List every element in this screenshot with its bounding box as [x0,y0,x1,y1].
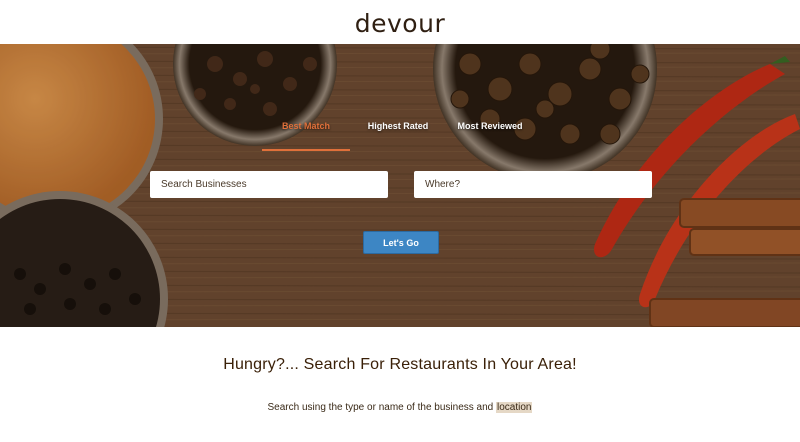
tab-highest-rated[interactable]: Highest Rated [354,121,442,151]
search-instructions: Search using the type or name of the bus… [0,402,800,413]
site-header: devour [0,0,800,44]
page-tagline: Hungry?... Search For Restaurants In You… [223,356,577,373]
instructions-text: Search using the type or name of the bus… [267,402,496,413]
tab-best-match[interactable]: Best Match [262,121,350,151]
hero-banner: Best Match Highest Rated Most Reviewed L… [0,44,800,327]
brand-logo[interactable]: devour [355,9,445,38]
search-businesses-input[interactable] [150,171,388,198]
location-input[interactable] [414,171,652,198]
tab-most-reviewed[interactable]: Most Reviewed [446,121,534,151]
lets-go-button[interactable]: Let's Go [363,231,439,254]
spices-background-image [0,44,800,327]
sort-tabs: Best Match Highest Rated Most Reviewed [262,121,534,151]
instructions-highlight: location [496,402,533,413]
